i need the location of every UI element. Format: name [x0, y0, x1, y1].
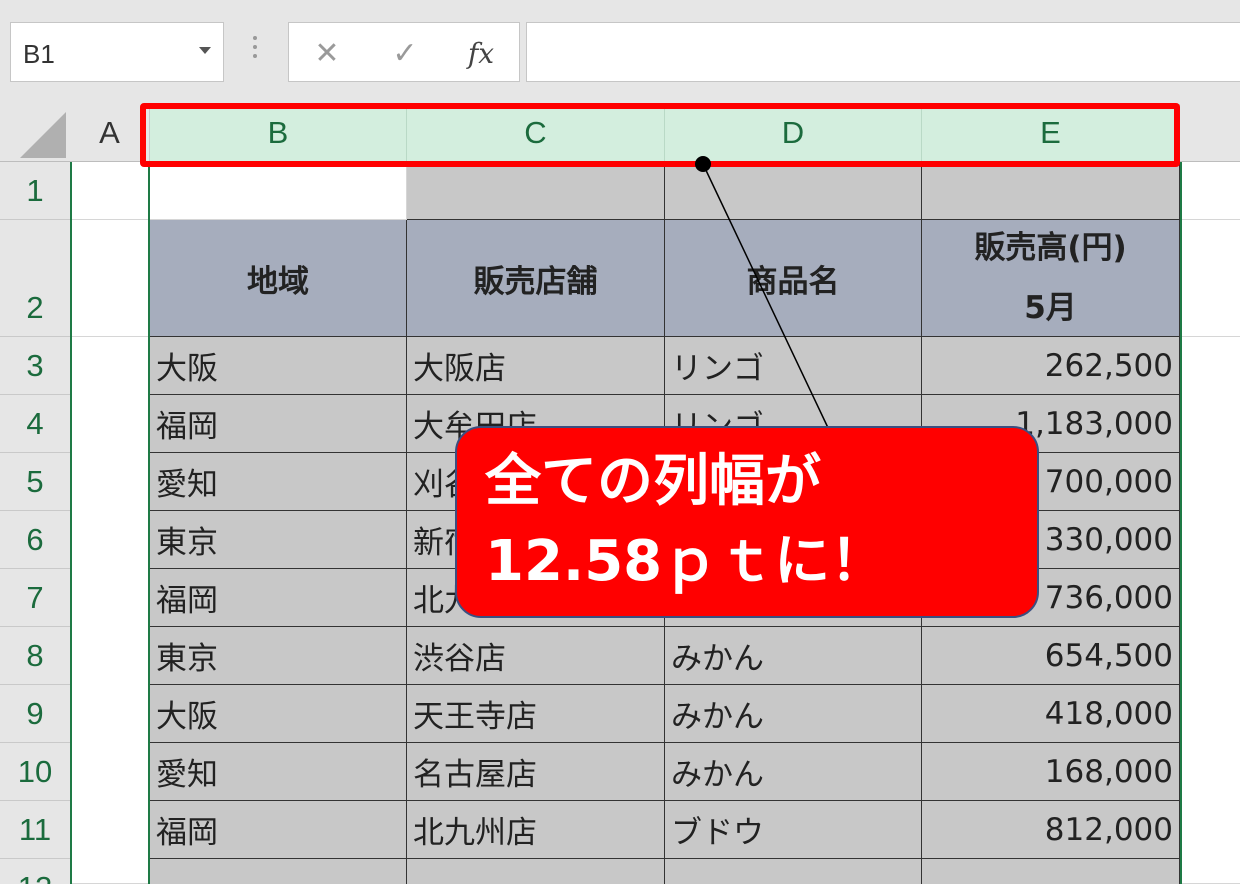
callout-line1: 全ての列幅が	[485, 449, 821, 514]
row-header-7[interactable]: 7	[0, 569, 70, 627]
name-box-value: B1	[23, 39, 55, 69]
row-header-5[interactable]: 5	[0, 453, 70, 511]
row-header-1[interactable]: 1	[0, 162, 70, 220]
chevron-down-icon[interactable]	[199, 47, 211, 54]
cell-f1[interactable]	[1182, 162, 1240, 220]
select-all-button[interactable]	[0, 104, 70, 162]
formula-buttons: ✕ ✓ fx	[288, 22, 520, 82]
callout-line2: 12.58ｐｔに！	[485, 529, 887, 594]
formula-input[interactable]	[526, 22, 1240, 82]
drag-handle-icon[interactable]	[250, 36, 260, 66]
cell-a2[interactable]	[72, 220, 150, 337]
column-header-a[interactable]: A	[70, 104, 150, 162]
insert-function-button[interactable]: fx	[461, 33, 501, 73]
row-header-10[interactable]: 10	[0, 743, 70, 801]
row-header-11[interactable]: 11	[0, 801, 70, 859]
name-box[interactable]: B1	[10, 22, 224, 82]
enter-icon[interactable]: ✓	[385, 33, 425, 73]
row-header-4[interactable]: 4	[0, 395, 70, 453]
row-header-2[interactable]: 2	[0, 220, 70, 337]
cell-f2[interactable]	[1182, 220, 1240, 337]
cell-a1[interactable]	[72, 162, 150, 220]
cell-a-rest[interactable]	[72, 337, 150, 884]
cancel-icon[interactable]: ✕	[307, 33, 347, 73]
callout-box: 全ての列幅が 12.58ｐｔに！	[455, 426, 1039, 618]
row-header-6[interactable]: 6	[0, 511, 70, 569]
row-header-9[interactable]: 9	[0, 685, 70, 743]
formula-toolbar: B1 ✕ ✓ fx	[0, 0, 1240, 104]
row-header-12[interactable]: 12	[0, 859, 70, 884]
column-highlight-box	[140, 103, 1180, 167]
row-header-3[interactable]: 3	[0, 337, 70, 395]
cell-f-rest[interactable]	[1182, 337, 1240, 884]
row-header-8[interactable]: 8	[0, 627, 70, 685]
